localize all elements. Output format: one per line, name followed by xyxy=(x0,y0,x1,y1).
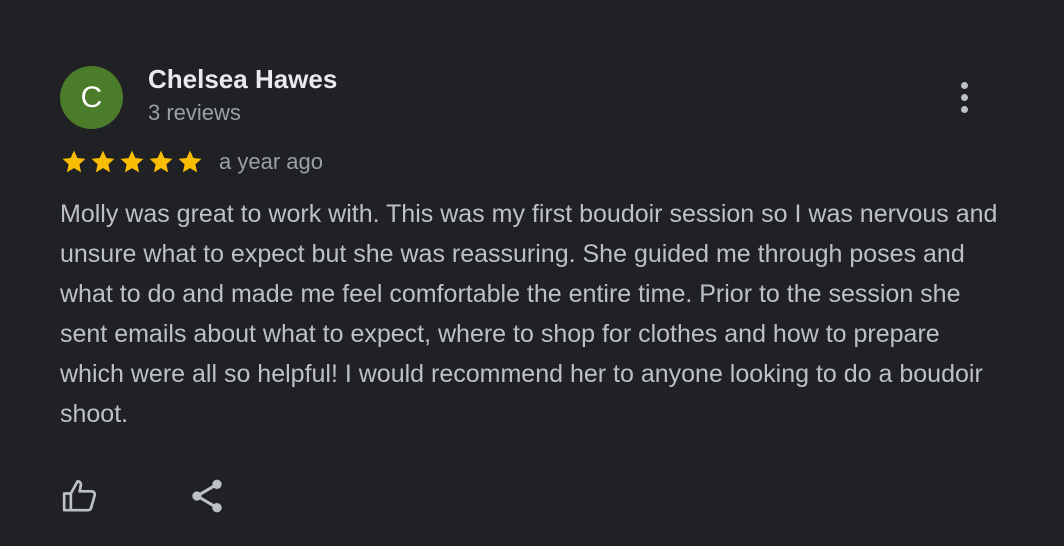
rating-row: a year ago xyxy=(60,148,323,176)
avatar-initial: C xyxy=(80,80,103,114)
more-options-button[interactable] xyxy=(944,74,984,120)
star-icon xyxy=(178,150,202,173)
star-rating xyxy=(60,148,204,176)
star-icon xyxy=(91,150,115,173)
star-icon xyxy=(62,150,86,173)
more-vert-icon xyxy=(960,81,968,89)
thumbs-up-icon xyxy=(62,480,97,512)
avatar[interactable]: C xyxy=(60,66,123,129)
review-count: 3 reviews xyxy=(148,100,241,125)
share-button[interactable] xyxy=(183,472,231,520)
reviewer-name[interactable]: Chelsea Hawes xyxy=(148,64,337,95)
like-button[interactable] xyxy=(56,472,104,520)
review-text: Molly was great to work with. This was m… xyxy=(60,200,998,428)
more-vert-icon-dot xyxy=(960,93,968,101)
star-icon xyxy=(120,150,144,173)
star-icon xyxy=(149,150,173,173)
share-icon xyxy=(192,479,222,513)
more-vert-icon-dot xyxy=(960,105,968,113)
review-date: a year ago xyxy=(219,149,323,174)
review-card: C Chelsea Hawes 3 reviews a year ago Mol… xyxy=(0,0,1064,546)
